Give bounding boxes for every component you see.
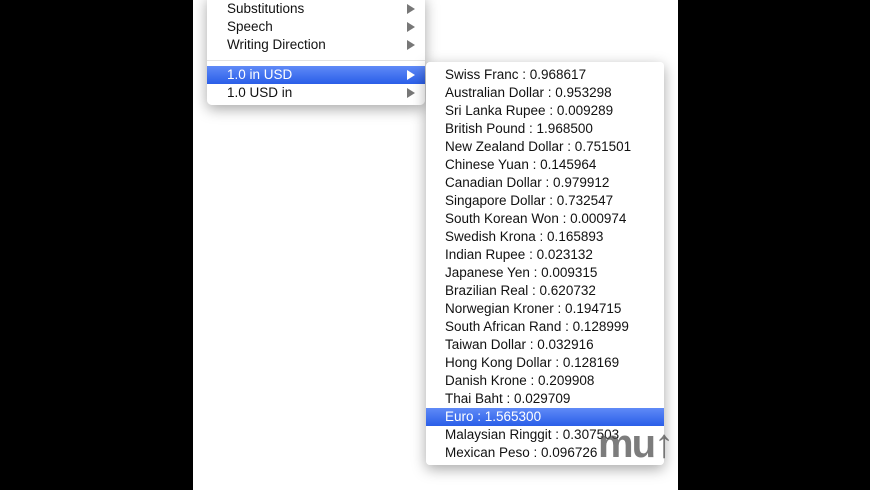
- chevron-right-icon: [407, 22, 415, 32]
- currency-item[interactable]: Brazilian Real : 0.620732: [426, 282, 664, 300]
- currency-item[interactable]: Danish Krone : 0.209908: [426, 372, 664, 390]
- chevron-right-icon: [407, 40, 415, 50]
- menu-item-label: 1.0 in USD: [227, 67, 293, 82]
- menu-item-speech[interactable]: Speech: [207, 18, 425, 36]
- menu-item-label: Writing Direction: [227, 37, 326, 52]
- menu-item-label: 1.0 USD in: [227, 85, 293, 100]
- menu-item-in-usd[interactable]: 1.0 in USD: [207, 66, 425, 84]
- chevron-right-icon: [407, 4, 415, 14]
- chevron-right-icon: [407, 88, 415, 98]
- currency-item[interactable]: Sri Lanka Rupee : 0.009289: [426, 102, 664, 120]
- currency-item[interactable]: Indian Rupee : 0.023132: [426, 246, 664, 264]
- currency-item[interactable]: Swiss Franc : 0.968617: [426, 66, 664, 84]
- watermark-logo: mu↑: [598, 422, 674, 466]
- menu-item-usd-in[interactable]: 1.0 USD in: [207, 84, 425, 102]
- currency-item[interactable]: Taiwan Dollar : 0.032916: [426, 336, 664, 354]
- menu-item-substitutions[interactable]: Substitutions: [207, 0, 425, 18]
- currency-item[interactable]: Singapore Dollar : 0.732547: [426, 192, 664, 210]
- chevron-right-icon: [407, 70, 415, 80]
- menu-item-writing-direction[interactable]: Writing Direction: [207, 36, 425, 54]
- currency-item[interactable]: South African Rand : 0.128999: [426, 318, 664, 336]
- menu-item-label: Speech: [227, 19, 273, 34]
- currency-item[interactable]: Canadian Dollar : 0.979912: [426, 174, 664, 192]
- currency-item[interactable]: Norwegian Kroner : 0.194715: [426, 300, 664, 318]
- currency-item[interactable]: Hong Kong Dollar : 0.128169: [426, 354, 664, 372]
- currency-item[interactable]: Australian Dollar : 0.953298: [426, 84, 664, 102]
- currency-item[interactable]: New Zealand Dollar : 0.751501: [426, 138, 664, 156]
- menu-separator: [207, 60, 425, 61]
- currency-item[interactable]: British Pound : 1.968500: [426, 120, 664, 138]
- menu-item-label: Substitutions: [227, 1, 305, 16]
- currency-item[interactable]: Swedish Krona : 0.165893: [426, 228, 664, 246]
- currency-item[interactable]: South Korean Won : 0.000974: [426, 210, 664, 228]
- currency-item[interactable]: Thai Baht : 0.029709: [426, 390, 664, 408]
- currency-item[interactable]: Japanese Yen : 0.009315: [426, 264, 664, 282]
- currency-item[interactable]: Chinese Yuan : 0.145964: [426, 156, 664, 174]
- currency-submenu: Swiss Franc : 0.968617 Australian Dollar …: [426, 62, 664, 465]
- context-menu: Substitutions Speech Writing Direction 1…: [207, 0, 425, 105]
